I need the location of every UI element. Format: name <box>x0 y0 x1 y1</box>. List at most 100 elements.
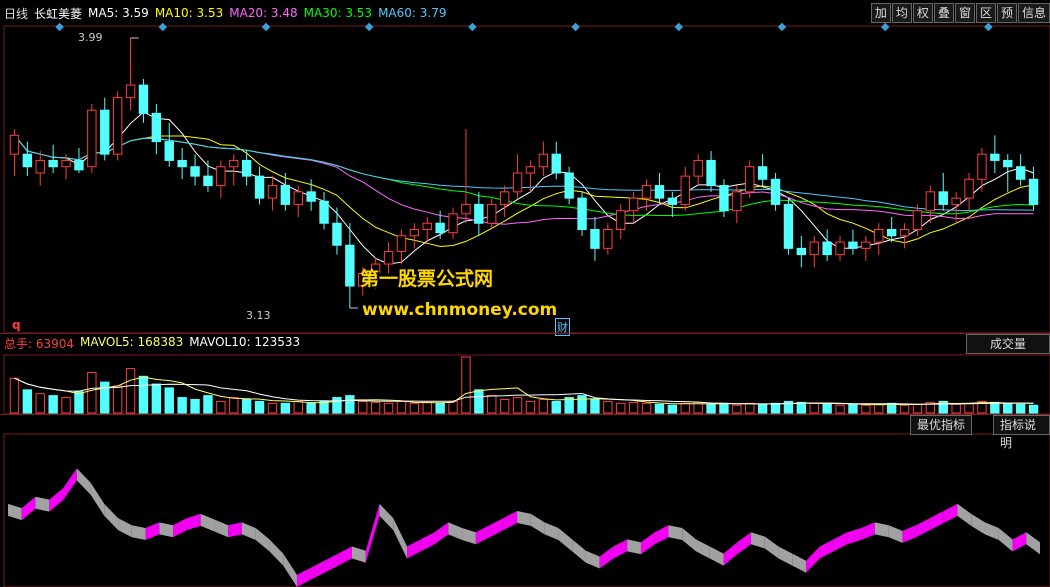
indicator-band-segment <box>296 567 311 587</box>
volume-bar <box>409 402 420 414</box>
volume-bar <box>590 398 600 414</box>
volume-bar <box>422 401 432 414</box>
indicator-help-button[interactable]: 指标说明 <box>993 415 1050 450</box>
volume-bar <box>267 402 278 414</box>
event-marker <box>55 22 64 32</box>
volume-bar <box>396 400 407 414</box>
candle-body <box>770 178 781 205</box>
indicator-band-segment <box>420 532 435 552</box>
indicator-band-segment <box>984 522 999 541</box>
candle-body <box>667 197 678 205</box>
candle-body <box>306 191 316 202</box>
indicator-band-segment <box>792 553 807 573</box>
low-price-label: 3.13 <box>246 309 271 322</box>
indicator-band-segment <box>475 525 490 545</box>
candle-body <box>280 185 291 205</box>
panel-divider-indicator <box>0 414 1050 415</box>
volume-bar <box>229 397 239 414</box>
volume-bar <box>796 401 807 414</box>
candle-body <box>925 191 936 212</box>
volume-bar <box>899 404 910 414</box>
event-marker <box>777 22 787 32</box>
indicator-band-segment <box>517 511 531 526</box>
volume-bar <box>435 402 445 414</box>
candle-body <box>525 166 536 174</box>
indicator-band-segment <box>696 539 710 559</box>
indicator-band-segment <box>929 511 944 531</box>
event-marker <box>158 22 168 32</box>
volume-bar <box>680 402 690 414</box>
candle-body <box>125 84 136 99</box>
candle-body <box>190 166 200 177</box>
indicator-band-segment <box>241 522 256 541</box>
indicator-band-segment <box>627 539 641 555</box>
candle-body <box>422 222 432 231</box>
volume-bar <box>861 404 871 414</box>
candle-body <box>254 175 265 199</box>
candle-body <box>112 97 123 155</box>
volume-bar <box>280 402 291 414</box>
volume-bar <box>190 398 200 414</box>
candle-body <box>641 185 652 199</box>
volume-bar <box>151 383 162 414</box>
candle-body <box>241 159 252 177</box>
indicator-band-segment <box>1026 532 1040 555</box>
candle-body <box>177 159 187 168</box>
q-marker[interactable]: q <box>12 318 21 332</box>
candle-body <box>435 222 445 234</box>
candle-body <box>938 191 948 205</box>
volume-bar <box>667 404 678 414</box>
mavol5-label: MAVOL5: 168383 <box>80 335 184 349</box>
indicator-band-segment <box>186 513 201 531</box>
volume-bar <box>551 400 561 414</box>
indicator-band-segment <box>764 536 779 559</box>
volume-bar <box>164 387 174 414</box>
indicator-band-segment <box>971 513 985 535</box>
indicator-band-segment <box>751 532 765 549</box>
volume-bar <box>332 397 342 414</box>
candle-body <box>616 210 626 231</box>
indicator-band-segment <box>847 528 862 545</box>
candle-body <box>745 166 755 193</box>
candle-body <box>164 141 174 161</box>
price-chart[interactable] <box>0 0 1050 587</box>
indicator-band-segment <box>352 546 366 563</box>
candle-body <box>216 166 226 187</box>
event-marker <box>261 22 271 32</box>
indicator-band-segment <box>668 525 683 541</box>
candle-body <box>564 172 574 199</box>
candle-body <box>783 203 794 249</box>
volume-bar <box>512 397 523 414</box>
optimal-indicator-button[interactable]: 最优指标 <box>910 415 973 435</box>
indicator-band-segment <box>585 550 600 569</box>
indicator-band-segment <box>49 488 64 512</box>
candle-body <box>654 185 665 199</box>
volume-bar <box>293 400 303 414</box>
candle-body <box>732 191 742 212</box>
indicator-band-segment <box>131 525 146 541</box>
volume-bar <box>358 400 368 414</box>
indicator-band-segment <box>63 468 77 501</box>
indicator-band-segment <box>503 511 518 531</box>
volume-bar <box>138 375 149 414</box>
candle-body <box>448 213 458 234</box>
indicator-band-segment <box>737 532 752 555</box>
candle-body <box>719 185 729 212</box>
candle-body <box>499 191 510 205</box>
volume-bar <box>448 400 458 414</box>
indicator-band-segment <box>310 560 325 580</box>
candle-body <box>551 153 561 174</box>
candle-body <box>487 203 497 224</box>
indicator-band-segment <box>640 532 655 555</box>
indicator-band-segment <box>35 496 50 512</box>
indicator-band-segment <box>269 539 284 566</box>
indicator-band-segment <box>806 546 820 573</box>
volume-bar <box>254 400 265 414</box>
indicator-band-segment <box>8 503 22 521</box>
volume-indicator-dropdown[interactable]: 成交量 <box>966 334 1050 354</box>
candle-body <box>861 241 871 249</box>
indicator-band-segment <box>654 525 669 545</box>
indicator-band-segment <box>228 522 242 538</box>
volume-bar <box>203 395 213 414</box>
candle-body <box>409 229 420 237</box>
